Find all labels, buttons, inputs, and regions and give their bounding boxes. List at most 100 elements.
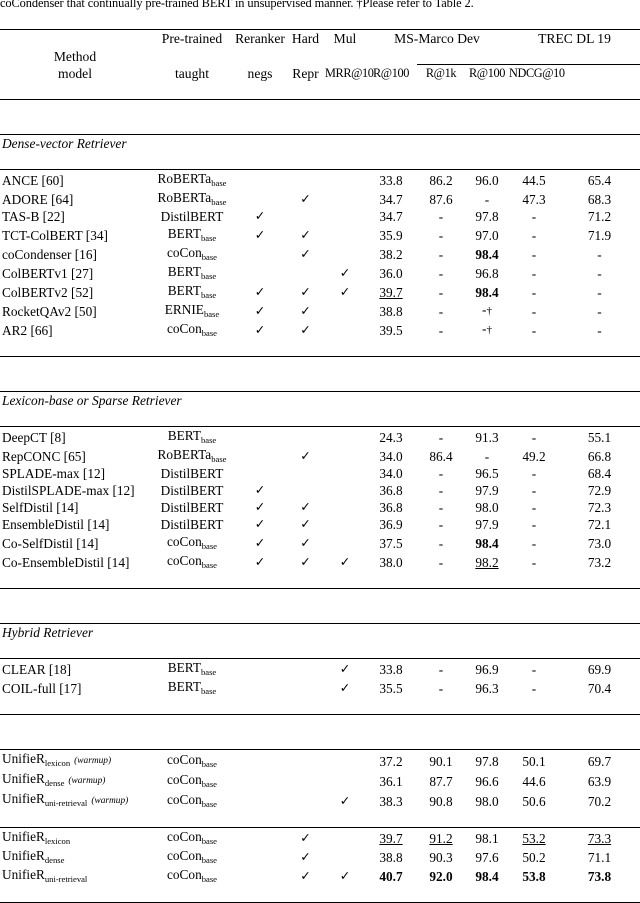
- reranker-taught-cell: [234, 659, 286, 679]
- rule-trec: [559, 47, 640, 65]
- check-icon: ✓: [339, 266, 351, 280]
- header-reranker-taught: Reranker: [235, 31, 285, 46]
- reranker-taught-cell: [234, 263, 286, 282]
- mul-repr-cell: [325, 189, 365, 208]
- reranker-taught-cell: [234, 750, 286, 771]
- r100-cell: 90.8: [429, 794, 453, 809]
- hard-negs-cell: ✓: [286, 499, 325, 516]
- trec-r100-cell: -: [531, 536, 537, 551]
- pretrained-model-cell: RoBERTabase: [157, 171, 227, 188]
- r100-cell: -: [438, 266, 444, 281]
- ndcg10-cell: 63.9: [587, 774, 612, 789]
- r1k-cell: 96.0: [475, 173, 499, 188]
- mul-repr-cell: [325, 482, 365, 499]
- mrr10-cell: 38.3: [379, 794, 403, 809]
- table-row: UnifieRuni-retrieval coConbase ✓ ✓ 40.7 92.0 9…: [0, 866, 640, 885]
- check-icon: ✓: [254, 228, 266, 242]
- rule-cell: [0, 409, 640, 427]
- pretrained-model-cell: coConbase: [167, 829, 217, 846]
- check-icon: ✓: [339, 681, 351, 695]
- reranker-taught-cell: ✓: [234, 301, 286, 320]
- pretrained-model-cell: BERTbase: [167, 283, 217, 300]
- trec-r100-cell: -: [531, 662, 537, 677]
- r1k-cell: 96.5: [475, 466, 499, 481]
- r100-cell: 92.0: [429, 869, 453, 884]
- pretrained-model-cell: DistilBERT: [160, 517, 224, 532]
- table-rule: [0, 152, 640, 170]
- rule-cell: [0, 715, 640, 733]
- table-row: COIL-full [17] BERTbase ✓ 35.5 - 96.3 - 70.4: [0, 678, 640, 697]
- table-caption: coCondenser that continually pre-trained…: [0, 0, 474, 10]
- mul-repr-cell: ✓: [325, 866, 365, 885]
- header-col-r1k: R@1k: [425, 66, 457, 80]
- hard-negs-cell: ✓: [286, 225, 325, 244]
- model-subscript: base: [201, 758, 217, 769]
- table-row: DeepCT [8] BERTbase 24.3 - 91.3 - 55.1: [0, 427, 640, 447]
- header-group-msmarco: MS-Marco Dev: [394, 31, 480, 46]
- model-subscript: base: [200, 232, 217, 243]
- trec-r100-cell: -: [531, 466, 537, 481]
- r1k-cell: 97.9: [475, 517, 499, 532]
- table-row: SPLADE-max [12] DistilBERT 34.0 - 96.5 - 68.4: [0, 465, 640, 482]
- hard-negs-cell: [286, 170, 325, 190]
- hard-negs-cell: ✓: [286, 446, 325, 465]
- model-subscript: base: [201, 778, 217, 789]
- trec-r100-cell: 49.2: [522, 449, 546, 464]
- mrr10-cell: 38.8: [379, 304, 403, 319]
- r100-cell: -: [438, 209, 444, 224]
- r1k-cell: 98.1: [475, 831, 499, 846]
- table-row: ANCE [60] RoBERTabase 33.8 86.2 96.0 44.5 65.4: [0, 170, 640, 190]
- r1k-cell: 97.0: [475, 228, 499, 243]
- ndcg10-cell: 65.4: [587, 173, 612, 188]
- r100-cell: -: [438, 517, 444, 532]
- reranker-taught-cell: ✓: [234, 282, 286, 301]
- trec-r100-cell: 50.1: [522, 754, 546, 769]
- method-name-cell: TCT-ColBERT [34]: [2, 228, 108, 243]
- header-mul-repr-2: Repr: [292, 66, 319, 81]
- ndcg10-cell: 73.3: [587, 831, 612, 846]
- check-icon: ✓: [300, 850, 311, 864]
- hard-negs-cell: ✓: [286, 244, 325, 263]
- r1k-cell: 96.3: [475, 681, 499, 696]
- method-subscript: dense: [44, 854, 65, 865]
- rule-msmarco: [417, 47, 559, 65]
- method-name-cell: coCondenser [16]: [2, 247, 97, 262]
- method-subscript: uni-retrieval: [44, 873, 88, 884]
- rule-cell: [0, 641, 640, 659]
- table-rule: [0, 339, 640, 357]
- check-icon: ✓: [300, 285, 311, 299]
- table-rule: [0, 732, 640, 750]
- trec-r100-cell: 50.2: [522, 850, 546, 865]
- mul-repr-cell: ✓: [325, 659, 365, 679]
- check-icon: ✓: [339, 555, 351, 569]
- r100-cell: -: [438, 247, 444, 262]
- mul-repr-cell: ✓: [325, 552, 365, 571]
- check-icon: ✓: [300, 869, 311, 883]
- section-label: Dense-vector Retriever: [2, 136, 127, 151]
- mul-repr-cell: [325, 446, 365, 465]
- method-subscript: lexicon: [44, 835, 71, 846]
- mrr10-cell: 39.7: [379, 831, 403, 846]
- mrr10-cell: 34.0: [379, 449, 403, 464]
- rule-cell: [0, 12, 640, 30]
- warmup-note: (warmup): [68, 776, 106, 786]
- check-icon: ✓: [300, 449, 311, 463]
- table-rule: [0, 374, 640, 392]
- ndcg10-cell: -: [597, 285, 602, 300]
- check-icon: ✓: [300, 500, 311, 514]
- trec-r100-cell: -: [531, 517, 537, 532]
- dagger-marker: †: [486, 324, 492, 336]
- trec-r100-cell: -: [531, 285, 537, 300]
- check-icon: ✓: [254, 304, 266, 318]
- reranker-taught-cell: ✓: [234, 516, 286, 533]
- header-col-trec-r100: R@100: [469, 66, 505, 80]
- table-row: coCondenser [16] coConbase ✓ 38.2 - 98.4 - -: [0, 244, 640, 263]
- check-icon: ✓: [300, 304, 311, 318]
- hard-negs-cell: ✓: [286, 828, 325, 848]
- reranker-taught-cell: [234, 427, 286, 447]
- pretrained-model-cell: coConbase: [167, 534, 217, 551]
- trec-r100-cell: -: [531, 247, 537, 262]
- ndcg10-cell: 69.7: [587, 754, 612, 769]
- hard-negs-cell: ✓: [286, 516, 325, 533]
- rule-cell: [0, 117, 640, 135]
